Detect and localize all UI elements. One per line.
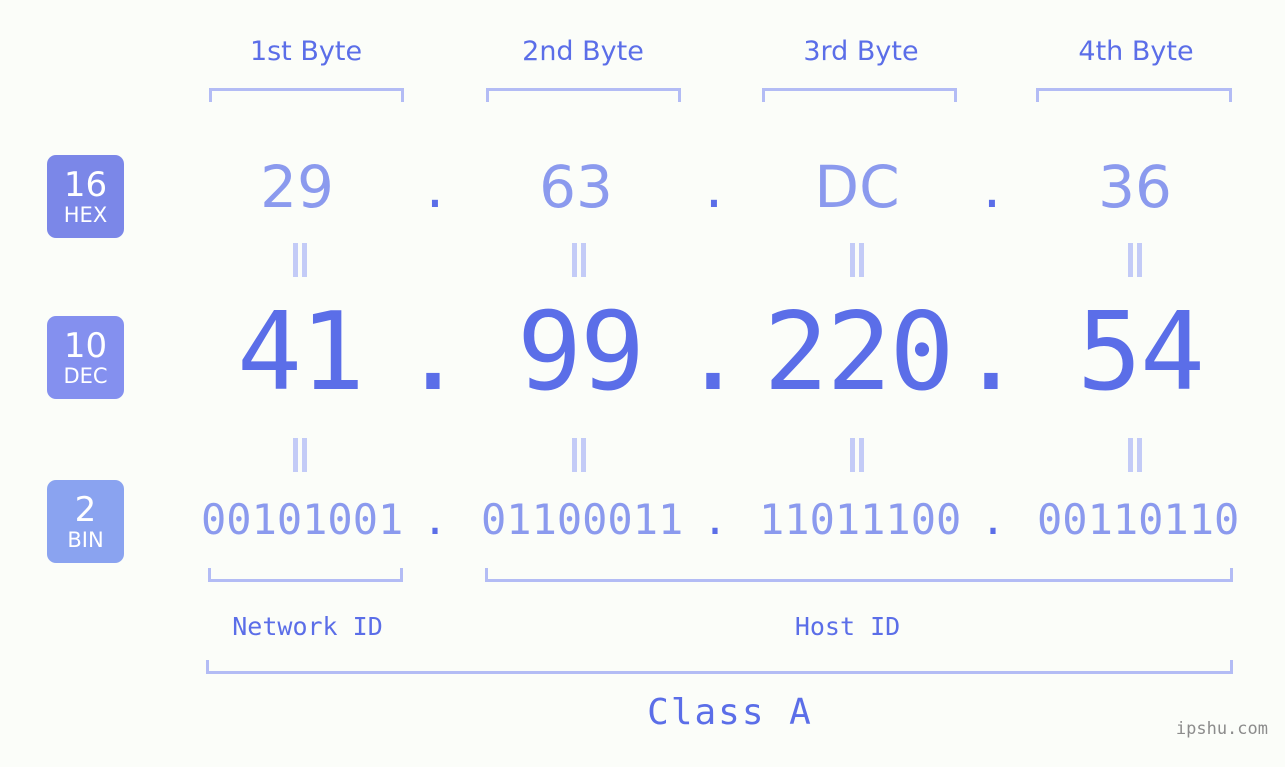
dec-separator-1: . (400, 290, 465, 415)
equals-connector-7 (846, 438, 868, 472)
byte-bracket-4 (1036, 88, 1232, 102)
byte-header-4: 4th Byte (1078, 36, 1194, 67)
byte-bracket-2 (486, 88, 681, 102)
network-id-bracket (208, 568, 403, 582)
byte-bracket-3 (762, 88, 957, 102)
bin-octet-2: 01100011 (481, 495, 684, 544)
hex-separator-1: . (425, 153, 445, 221)
radix-badge-bin-name: BIN (67, 527, 104, 552)
dec-separator-3: . (958, 290, 1023, 415)
hex-octet-1: 29 (260, 153, 334, 221)
bin-octet-4: 00110110 (1037, 495, 1240, 544)
equals-connector-2 (568, 243, 590, 277)
dec-octet-4: 54 (1076, 290, 1205, 415)
equals-connector-6 (568, 438, 590, 472)
network-id-label: Network ID (232, 612, 383, 641)
hex-octet-2: 63 (539, 153, 613, 221)
host-id-label: Host ID (794, 612, 901, 641)
class-bracket (206, 660, 1233, 674)
byte-header-3: 3rd Byte (803, 36, 919, 67)
radix-badge-bin-number: 2 (74, 489, 97, 530)
radix-badge-dec-number: 10 (63, 325, 108, 366)
equals-connector-4 (1124, 243, 1146, 277)
equals-connector-5 (289, 438, 311, 472)
ip-address-breakdown-diagram: 1st Byte 2nd Byte 3rd Byte 4th Byte 16 H… (0, 0, 1285, 767)
radix-badge-dec: 10 DEC (47, 316, 124, 399)
radix-badge-hex: 16 HEX (47, 155, 124, 238)
byte-bracket-1 (209, 88, 404, 102)
radix-badge-hex-name: HEX (63, 202, 108, 227)
hex-octet-3: DC (814, 153, 900, 221)
equals-connector-8 (1124, 438, 1146, 472)
radix-badge-hex-number: 16 (63, 164, 108, 205)
hex-separator-2: . (704, 153, 724, 221)
dec-octet-3: 220 (763, 290, 954, 415)
bin-separator-1: . (422, 495, 448, 544)
class-label: Class A (647, 692, 813, 733)
radix-badge-bin: 2 BIN (47, 480, 124, 563)
site-watermark: ipshu.com (1175, 719, 1268, 739)
hex-separator-3: . (982, 153, 1002, 221)
bin-octet-1: 00101001 (201, 495, 404, 544)
equals-connector-3 (846, 243, 868, 277)
bin-octet-3: 11011100 (759, 495, 962, 544)
equals-connector-1 (289, 243, 311, 277)
host-id-bracket (485, 568, 1233, 582)
bin-separator-3: . (980, 495, 1006, 544)
byte-header-1: 1st Byte (249, 36, 363, 67)
dec-octet-2: 99 (516, 290, 645, 415)
bin-separator-2: . (702, 495, 728, 544)
byte-header-2: 2nd Byte (522, 36, 644, 67)
dec-octet-1: 41 (236, 290, 365, 415)
hex-octet-4: 36 (1098, 153, 1172, 221)
radix-badge-dec-name: DEC (63, 363, 108, 388)
